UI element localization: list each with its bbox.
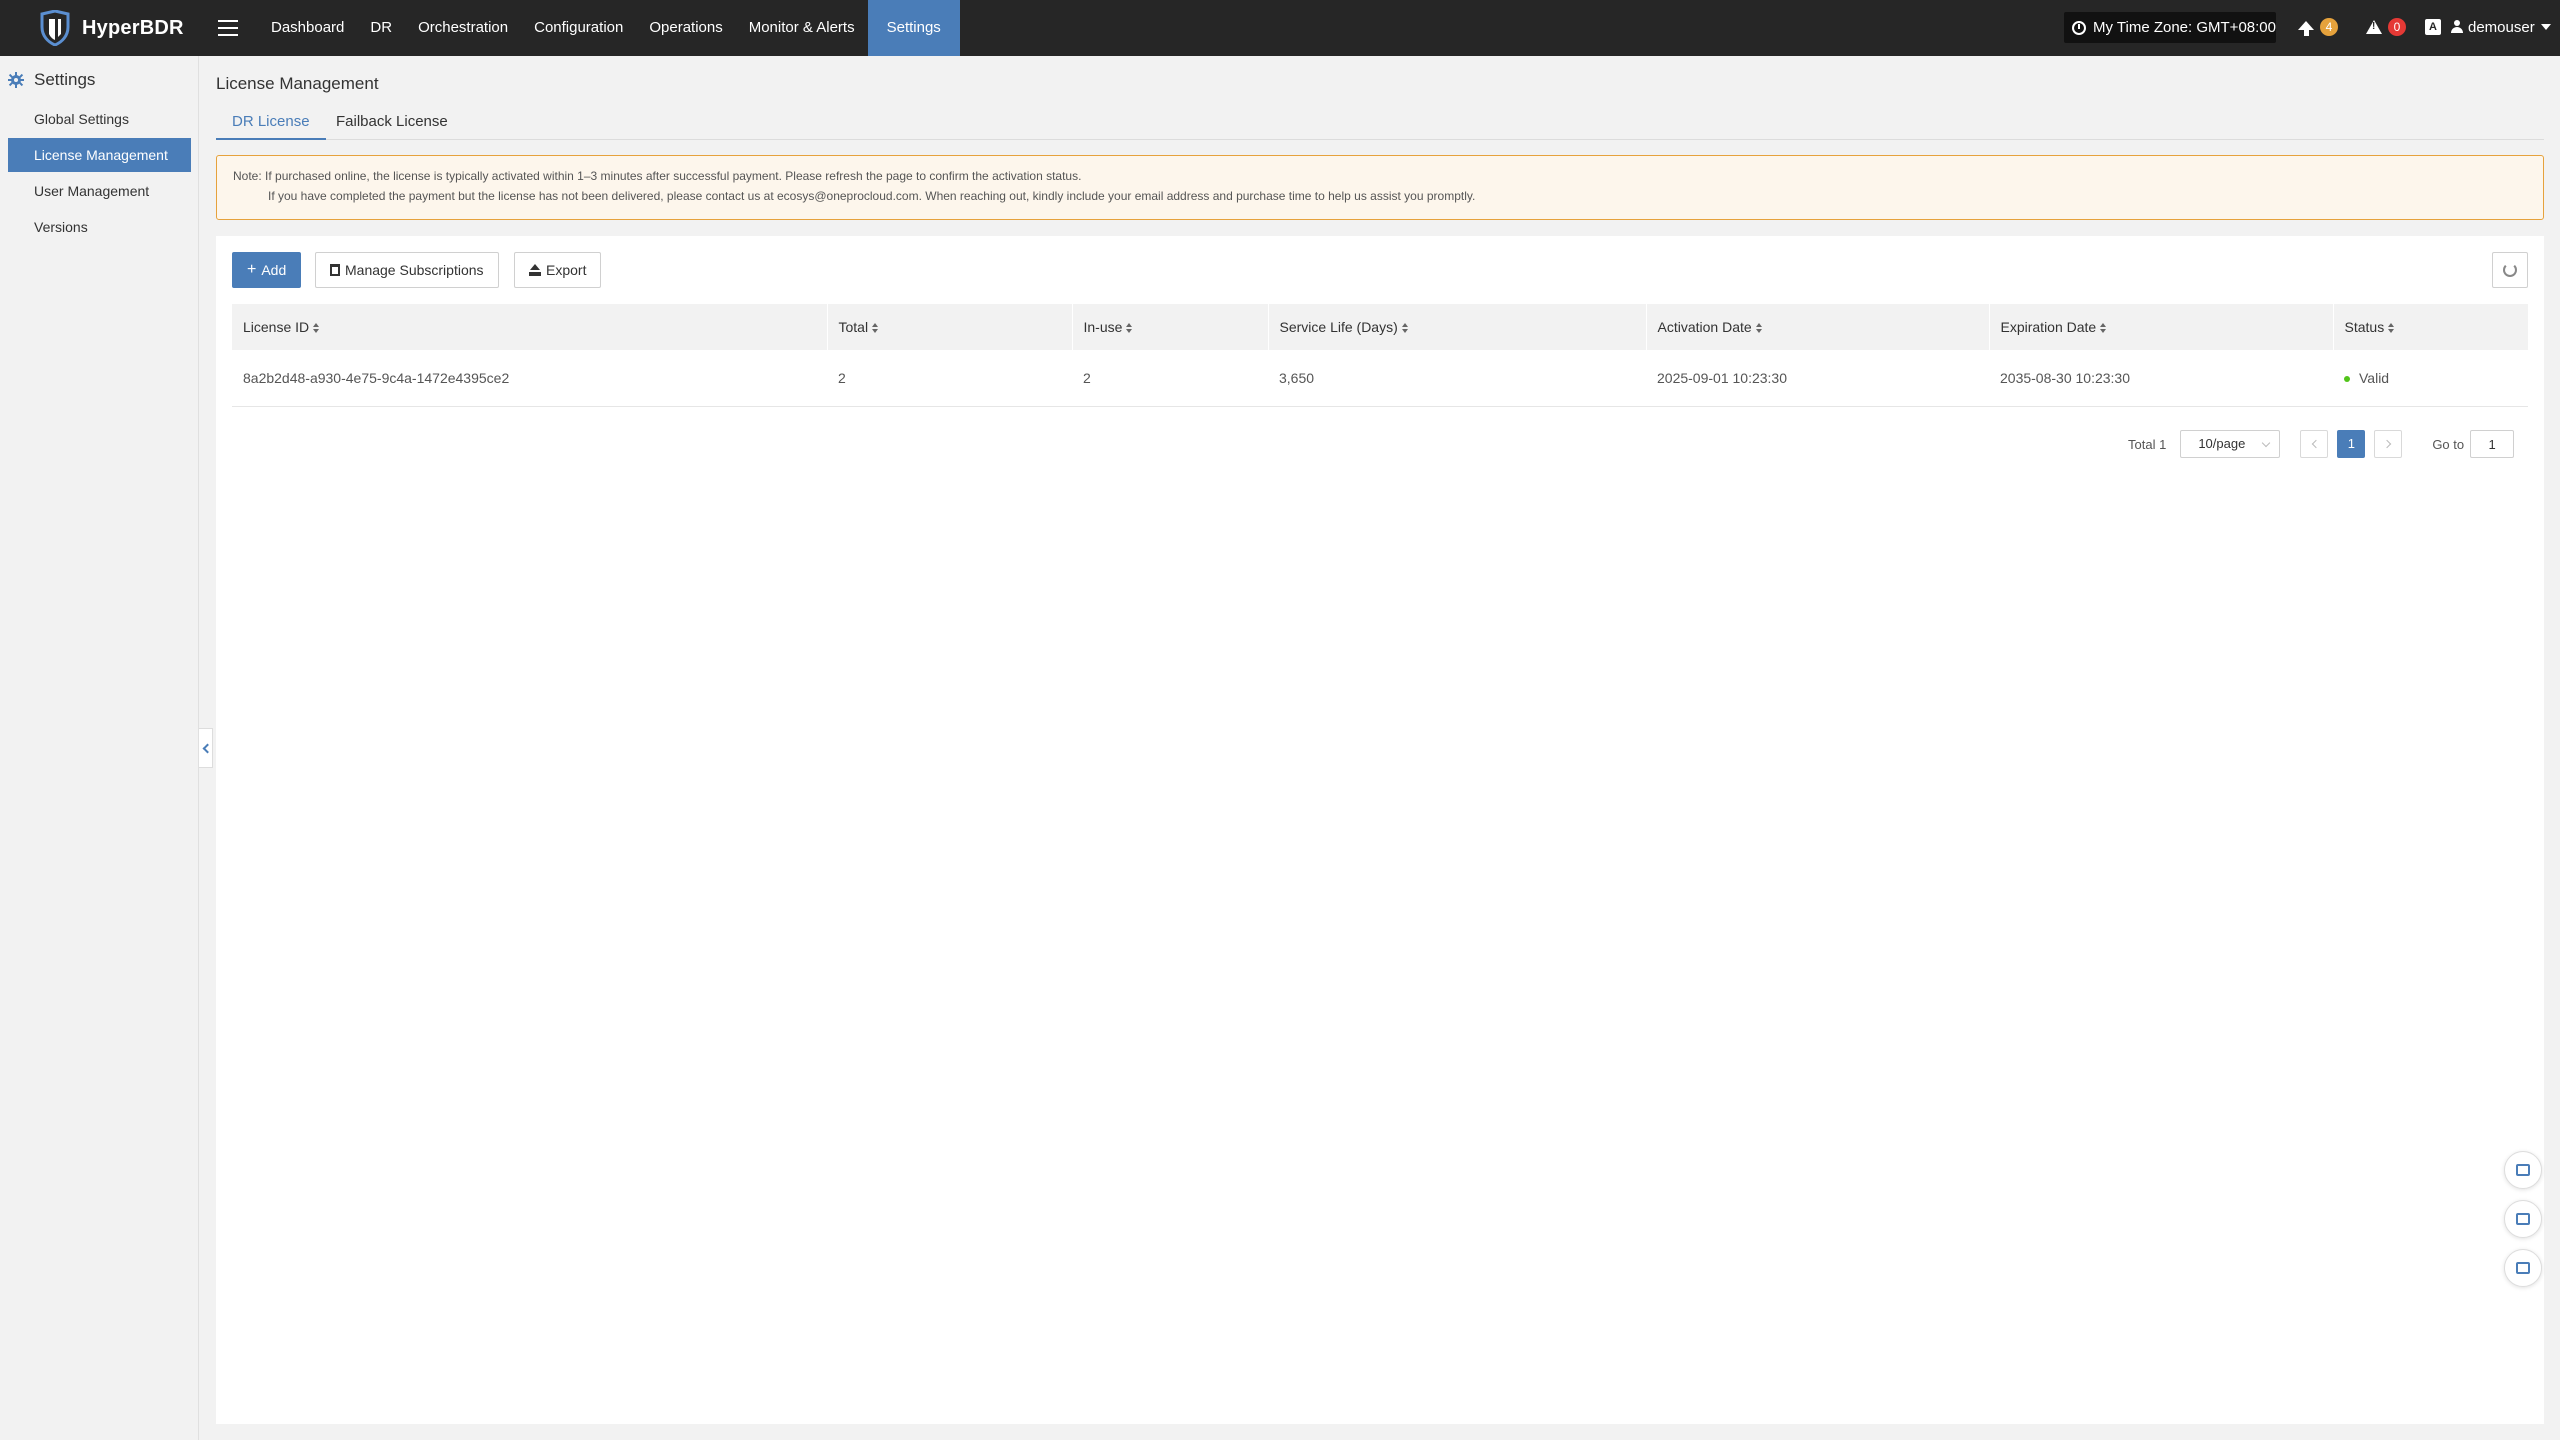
goto-page-input[interactable] xyxy=(2470,430,2515,458)
sidebar-title: Settings xyxy=(8,70,95,90)
pagination: Total 1 10/page 1 Go to xyxy=(2128,430,2515,458)
main-nav: Dashboard DR Orchestration Configuration… xyxy=(258,0,960,56)
next-page-button[interactable] xyxy=(2374,430,2403,458)
sidebar-collapse-button[interactable] xyxy=(199,728,213,768)
robot-icon xyxy=(2516,1164,2530,1176)
username: demouser xyxy=(2468,18,2535,36)
col-expiration-date[interactable]: Expiration Date xyxy=(1989,304,2334,350)
app-logo[interactable]: HyperBDR xyxy=(36,10,184,46)
warning-icon xyxy=(2366,20,2382,34)
license-table: License ID Total In-use Service Life (Da… xyxy=(232,304,2528,407)
nav-monitor-alerts[interactable]: Monitor & Alerts xyxy=(736,0,868,56)
nav-dr[interactable]: DR xyxy=(357,0,405,56)
col-activation-date[interactable]: Activation Date xyxy=(1646,304,1990,350)
nav-configuration[interactable]: Configuration xyxy=(521,0,636,56)
refresh-button[interactable] xyxy=(2492,252,2528,288)
alerts-button[interactable]: 0 xyxy=(2366,14,2406,40)
export-button-label: Export xyxy=(546,262,587,278)
sidebar-item-user-management[interactable]: User Management xyxy=(8,174,191,208)
timezone-label: My Time Zone: GMT+08:00 xyxy=(2093,19,2276,36)
sort-icon[interactable] xyxy=(1126,322,1133,334)
chevron-right-icon xyxy=(2382,439,2392,449)
timezone-selector[interactable]: My Time Zone: GMT+08:00 xyxy=(2064,12,2276,43)
gear-icon xyxy=(8,72,24,88)
prev-page-button[interactable] xyxy=(2300,430,2329,458)
col-license-id[interactable]: License ID xyxy=(232,304,828,350)
docs-float-button[interactable] xyxy=(2504,1200,2542,1238)
col-in-use[interactable]: In-use xyxy=(1072,304,1269,350)
col-total[interactable]: Total xyxy=(827,304,1073,350)
language-icon[interactable]: A xyxy=(2425,19,2441,35)
add-button-label: Add xyxy=(261,262,287,278)
tab-failback-license[interactable]: Failback License xyxy=(320,108,464,140)
col-service-life[interactable]: Service Life (Days) xyxy=(1268,304,1647,350)
cell-total: 2 xyxy=(827,350,1072,407)
sidebar-item-global-settings[interactable]: Global Settings xyxy=(8,102,191,136)
assistant-float-button[interactable] xyxy=(2504,1151,2542,1189)
sidebar-item-license-management[interactable]: License Management xyxy=(8,138,191,172)
manage-subscriptions-label: Manage Subscriptions xyxy=(345,262,484,278)
payment-notice: Note: If purchased online, the license i… xyxy=(216,155,2544,220)
sort-icon[interactable] xyxy=(1401,322,1409,334)
nav-operations[interactable]: Operations xyxy=(636,0,735,56)
sort-icon[interactable] xyxy=(313,322,320,334)
clock-icon xyxy=(2072,20,2086,35)
table-header-row: License ID Total In-use Service Life (Da… xyxy=(232,304,2528,350)
app-name: HyperBDR xyxy=(82,16,184,39)
book-icon xyxy=(2516,1213,2530,1225)
cell-expiration-date: 2035-08-30 10:23:30 xyxy=(1989,350,2333,407)
page-title: License Management xyxy=(216,74,379,93)
chevron-left-icon xyxy=(2311,439,2321,449)
sidebar: Settings Global Settings License Managem… xyxy=(0,56,199,1440)
sort-icon[interactable] xyxy=(1755,322,1763,334)
user-icon xyxy=(2451,20,2463,34)
page-size-select[interactable]: 10/page xyxy=(2180,430,2281,458)
trash-icon xyxy=(330,264,340,276)
top-navbar: HyperBDR Dashboard DR Orchestration Conf… xyxy=(0,0,2560,56)
nav-orchestration[interactable]: Orchestration xyxy=(405,0,521,56)
upgrade-count-badge: 4 xyxy=(2320,18,2338,36)
sort-icon[interactable] xyxy=(2388,322,2395,334)
caret-down-icon xyxy=(2540,24,2551,30)
sort-icon[interactable] xyxy=(872,322,879,334)
user-menu[interactable]: demouser xyxy=(2451,15,2551,39)
pagination-total: Total 1 xyxy=(2128,436,2167,452)
status-label: Valid xyxy=(2359,369,2390,386)
sort-icon[interactable] xyxy=(2100,322,2107,334)
shield-logo-icon xyxy=(40,10,70,46)
tab-dr-license[interactable]: DR License xyxy=(216,108,326,140)
sidebar-item-versions[interactable]: Versions xyxy=(8,210,191,244)
plus-icon: + xyxy=(247,261,257,278)
cell-service-life: 3,650 xyxy=(1268,350,1646,407)
manage-subscriptions-button[interactable]: Manage Subscriptions xyxy=(315,252,499,288)
alert-count-badge: 0 xyxy=(2388,18,2406,36)
notice-line-2: If you have completed the payment but th… xyxy=(268,189,1476,203)
upload-icon xyxy=(529,264,541,276)
refresh-icon xyxy=(2503,263,2517,277)
license-card: + Add Manage Subscriptions Export Licens… xyxy=(216,236,2544,1424)
nav-dashboard[interactable]: Dashboard xyxy=(258,0,357,56)
menu-toggle-icon[interactable] xyxy=(216,15,240,41)
sidebar-title-label: Settings xyxy=(34,70,96,89)
license-tabs: DR License Failback License xyxy=(216,108,2544,140)
goto-label: Go to xyxy=(2432,436,2465,452)
table-row: 8a2b2d48-a930-4e75-9c4a-1472e4395ce2 2 2… xyxy=(232,350,2528,407)
nav-settings[interactable]: Settings xyxy=(867,0,960,56)
add-button[interactable]: + Add xyxy=(232,252,302,288)
clipboard-icon xyxy=(2516,1262,2530,1274)
cell-activation-date: 2025-09-01 10:23:30 xyxy=(1646,350,1989,407)
notice-line-1: Note: If purchased online, the license i… xyxy=(233,169,1082,183)
cell-in-use: 2 xyxy=(1072,350,1268,407)
chevron-left-icon xyxy=(202,743,212,753)
clipboard-float-button[interactable] xyxy=(2504,1249,2542,1287)
col-status[interactable]: Status xyxy=(2333,304,2528,350)
arrow-up-icon xyxy=(2298,20,2314,36)
status-dot-icon xyxy=(2344,376,2350,383)
page-number-button[interactable]: 1 xyxy=(2337,430,2366,458)
cell-status: Valid xyxy=(2333,350,2528,407)
cell-license-id: 8a2b2d48-a930-4e75-9c4a-1472e4395ce2 xyxy=(232,350,827,407)
upgrade-notifications-button[interactable]: 4 xyxy=(2298,14,2338,40)
export-button[interactable]: Export xyxy=(514,252,602,288)
